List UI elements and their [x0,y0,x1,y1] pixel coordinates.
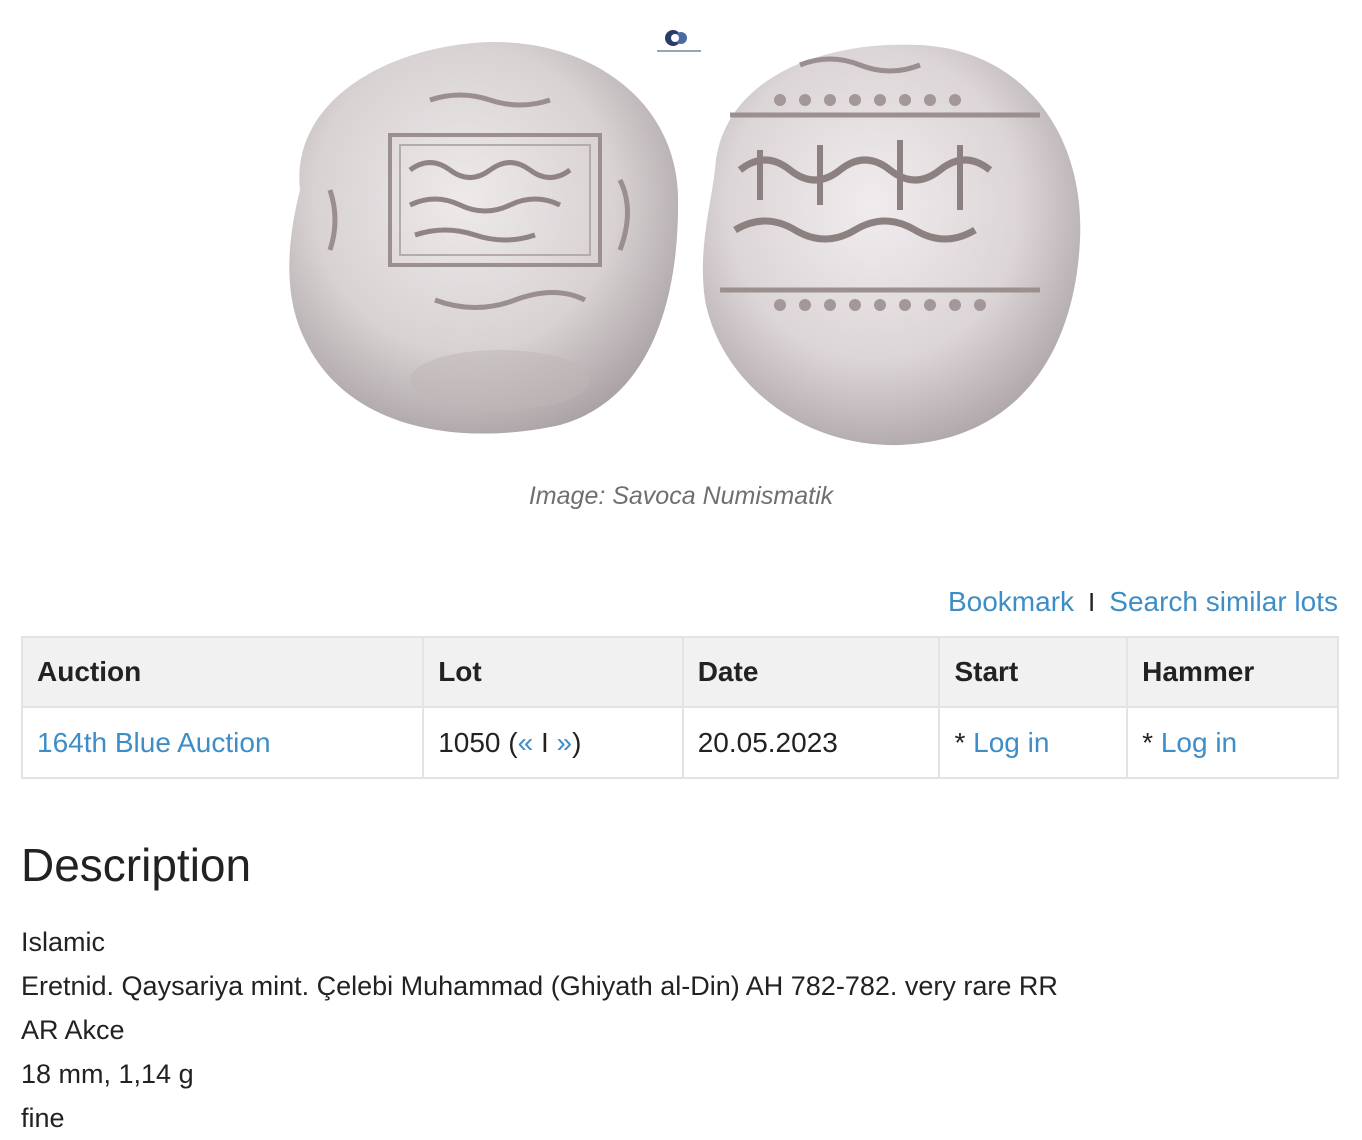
search-similar-lots-link[interactable]: Search similar lots [1109,586,1338,618]
start-login-link[interactable]: Log in [973,727,1049,758]
description-heading: Description [21,839,252,891]
description-line: AR Akce [21,1015,125,1045]
coin-reverse [702,44,1081,446]
table-row: 164th Blue Auction 1050 (« I ») 20.05.20… [20,706,1339,779]
description-line: Islamic [21,927,106,957]
lot-close-paren: ) [572,726,582,758]
coin-image[interactable] [260,20,1100,460]
coin-image-figure: Image: Savoca Numismatik [0,0,1362,540]
lot-table: Auction Lot Date Start Hammer 164th Blue… [20,636,1339,779]
start-prefix: * [954,726,974,758]
description-line: fine [21,1103,65,1133]
table-header-row: Auction Lot Date Start Hammer [20,636,1339,708]
header-start: Start [938,636,1129,708]
lot-nav-separator: I [533,726,557,758]
cell-auction: 164th Blue Auction [20,706,425,779]
lot-actions: Bookmark I Search similar lots [948,586,1338,618]
actions-separator: I [1088,586,1096,617]
cell-lot: 1050 (« I ») [422,706,684,779]
cell-start: * Log in [938,706,1129,779]
coin-obverse [289,41,679,434]
previous-lot-link[interactable]: « [518,727,534,758]
cell-date: 20.05.2023 [681,706,941,779]
next-lot-link[interactable]: » [557,727,573,758]
lot-number: 1050 ( [438,726,518,758]
header-hammer: Hammer [1126,636,1339,708]
bookmark-link[interactable]: Bookmark [948,586,1074,618]
hammer-prefix: * [1142,726,1161,758]
watermark-logo [657,30,701,52]
header-auction: Auction [20,636,425,708]
cell-hammer: * Log in [1126,706,1339,779]
description-body: Islamic Eretnid. Qaysariya mint. Çelebi … [21,920,1058,1140]
header-date: Date [681,636,941,708]
description-line: Eretnid. Qaysariya mint. Çelebi Muhammad… [21,971,1058,1001]
header-lot: Lot [422,636,684,708]
auction-link[interactable]: 164th Blue Auction [37,727,271,758]
description-line: 18 mm, 1,14 g [21,1059,194,1089]
hammer-login-link[interactable]: Log in [1161,727,1237,758]
image-caption: Image: Savoca Numismatik [528,482,834,510]
